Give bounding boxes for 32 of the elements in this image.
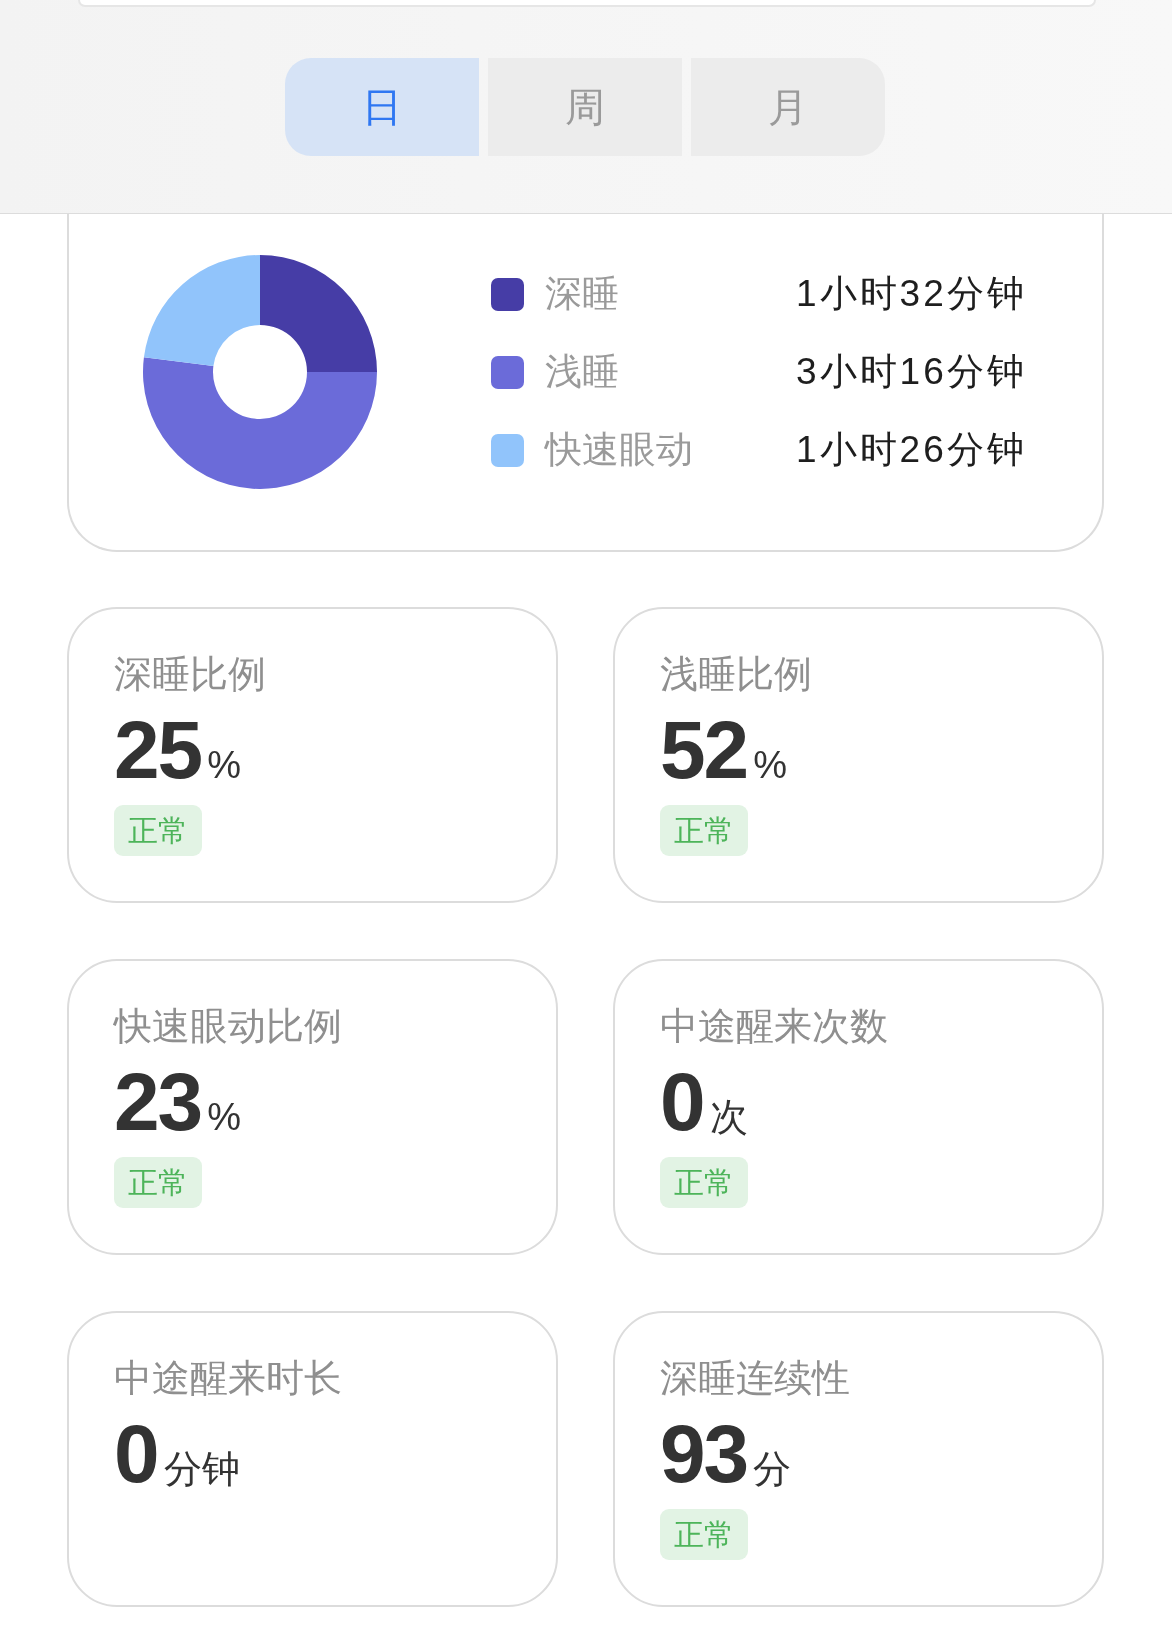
tab[interactable]: 周	[488, 58, 682, 156]
legend-label: 浅睡	[545, 350, 620, 395]
stat-title: 中途醒来时长	[114, 1356, 342, 1401]
stat-unit: 分钟	[163, 1450, 240, 1488]
stat-value: 23	[114, 1061, 202, 1143]
stat-unit: 次	[709, 1098, 748, 1136]
stat-value: 93	[660, 1413, 748, 1495]
status-badge: 正常	[114, 805, 202, 856]
stat-unit: %	[207, 1098, 241, 1136]
stat-title: 快速眼动比例	[114, 1004, 342, 1049]
stat-value: 52	[660, 709, 748, 791]
status-badge: 正常	[660, 1509, 748, 1560]
stat-value: 0	[114, 1413, 158, 1495]
duration-value: 3小时16分钟	[796, 350, 1027, 395]
stat-value: 25	[114, 709, 202, 791]
legend-label: 快速眼动	[545, 428, 694, 473]
stat-unit: 分	[753, 1450, 792, 1488]
stat-title: 深睡比例	[114, 652, 266, 697]
status-badge: 正常	[660, 805, 748, 856]
duration-value: 1小时26分钟	[796, 428, 1027, 473]
stat-title: 中途醒来次数	[660, 1004, 888, 1049]
stat-title: 浅睡比例	[660, 652, 812, 697]
duration-value: 1小时32分钟	[796, 272, 1027, 317]
status-badge: 正常	[660, 1157, 748, 1208]
legend-label: 深睡	[545, 272, 620, 317]
stat-unit: %	[753, 746, 787, 784]
stat-title: 深睡连续性	[660, 1356, 850, 1401]
stat-value: 0	[660, 1061, 704, 1143]
tab[interactable]: 月	[691, 58, 885, 156]
stat-unit: %	[207, 746, 241, 784]
tab[interactable]: 日	[285, 58, 479, 156]
status-badge: 正常	[114, 1157, 202, 1208]
